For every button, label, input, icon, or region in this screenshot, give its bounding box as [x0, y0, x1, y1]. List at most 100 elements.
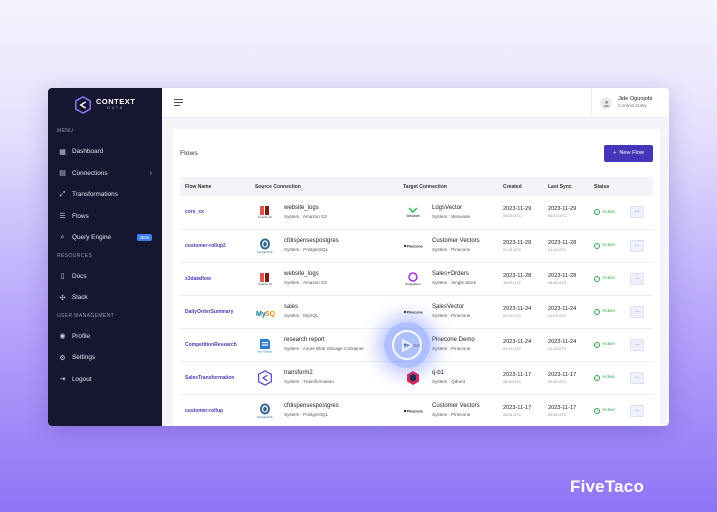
sidebar-item-connections[interactable]: ▤ Connections › — [48, 163, 162, 185]
target-connection-system: System : Pinecone — [432, 412, 471, 417]
svg-text:Blob Storage: Blob Storage — [258, 349, 274, 353]
table-row[interactable]: DailyOrderSummary MySQL sales System : MySQ… — [180, 295, 653, 328]
more-dots-icon: ··· — [634, 275, 640, 282]
source-connection-system: System : PostgreSQL — [284, 247, 329, 252]
created-time: 00:23 UTC — [503, 214, 522, 219]
new-flow-button[interactable]: + New Flow — [604, 144, 653, 162]
row-actions-button[interactable]: ··· — [630, 272, 644, 285]
brand-subtitle: DATA — [107, 106, 125, 110]
more-dots-icon: ··· — [634, 407, 640, 414]
sidebar-item-docs[interactable]: ▯ Docs — [48, 266, 162, 288]
flow-name-link[interactable]: DailyOrderSummary — [185, 309, 233, 315]
last-sync-time: 21:23 UTC — [548, 313, 567, 318]
flows-panel: Flows + New Flow Flow Name Source Connec… — [173, 129, 660, 426]
column-header: Last Sync — [548, 183, 572, 190]
last-sync-date: 2023-11-29 — [548, 206, 577, 213]
row-actions-button[interactable]: ··· — [630, 404, 644, 417]
table-row[interactable]: core_cx Amazon S3 website_logs System : Ama… — [180, 196, 653, 229]
flows-table: Flow Name Source Connection Target Conne… — [180, 177, 653, 426]
svg-text:PostgreSQL: PostgreSQL — [257, 250, 273, 254]
target-connection-name: Sales+Orders — [432, 271, 469, 277]
svg-text:SQL: SQL — [265, 311, 275, 318]
sidebar-item-query-engine[interactable]: ⌕ Query Engine Beta — [48, 227, 162, 249]
sidebar-item-dashboard[interactable]: ▦ Dashboard — [48, 141, 162, 163]
more-dots-icon: ··· — [634, 341, 640, 348]
sidebar-item-label: Transformations — [72, 191, 118, 199]
flow-name-link[interactable]: customer-rollup2 — [185, 243, 226, 249]
sidebar-item-transformations[interactable]: ⤢ Transformations — [48, 184, 162, 206]
more-dots-icon: ··· — [634, 308, 640, 315]
svg-text:SingleStore: SingleStore — [405, 282, 421, 286]
flow-name-link[interactable]: s3dataflow — [185, 276, 211, 282]
flow-name-link[interactable]: CompetitionResearch — [185, 342, 237, 348]
sidebar-item-label: Dashboard — [72, 148, 104, 156]
status-label: Active — [602, 408, 616, 413]
last-sync-date: 2023-11-24 — [548, 338, 577, 345]
row-actions-button[interactable]: ··· — [630, 206, 644, 219]
column-header: Created — [503, 183, 522, 190]
last-sync-time: 00:23 UTC — [548, 214, 567, 219]
flow-name-link[interactable]: customer-rollup — [185, 408, 223, 414]
row-actions-button[interactable]: ··· — [630, 371, 644, 384]
sidebar-item-settings[interactable]: ⚙ Settings — [48, 347, 162, 369]
hamburger-menu-icon[interactable] — [174, 99, 183, 106]
sidebar: CONTEXT DATA MENU ▦ Dashboard ▤ Connecti… — [48, 88, 162, 426]
section-label-resources: RESOURCES — [57, 252, 93, 259]
shuffle-icon: ⤢ — [59, 190, 66, 198]
status-badge: ✓ Active — [594, 209, 625, 216]
row-actions-button[interactable]: ··· — [630, 305, 644, 318]
search-icon: ⌕ — [60, 233, 65, 241]
source-connection-system: System : Amazon S3 — [284, 213, 327, 219]
target-connection-name: SalesVector — [432, 304, 465, 310]
source-connection-name: transform2 — [284, 370, 313, 376]
amazon-s3-icon: Amazon S3 — [255, 270, 275, 288]
last-sync-date: 2023-11-17 — [548, 404, 577, 411]
play-icon — [402, 338, 413, 352]
azure-blob-icon: Blob Storage — [255, 336, 275, 354]
qdrant-icon — [403, 369, 423, 387]
table-row[interactable]: customer-rollup2 PostgreSQL cfdispensespos… — [180, 229, 653, 262]
user-icon: ◉ — [59, 333, 66, 341]
sidebar-item-flows[interactable]: ☰ Flows — [48, 206, 162, 228]
source-connection-system: System : Azure Blob Storage Container — [284, 346, 364, 351]
table-row[interactable]: s3dataflow Amazon S3 website_logs System : … — [180, 262, 653, 295]
column-header: Source Connection — [255, 183, 301, 190]
svg-text:Pinecone: Pinecone — [407, 409, 423, 413]
section-label-menu: MENU — [57, 128, 74, 134]
created-time: 16:53 UTC — [503, 280, 522, 285]
source-connection-system: System : Transformation — [284, 379, 334, 384]
table-header-row: Flow Name Source Connection Target Conne… — [180, 177, 653, 196]
target-connection-system: System : Pinecone — [432, 247, 471, 252]
avatar — [600, 97, 612, 109]
sidebar-item-label: Docs — [72, 272, 87, 280]
brand-logo[interactable]: CONTEXT DATA — [48, 94, 162, 116]
status-label: Active — [602, 375, 616, 380]
sidebar-item-profile[interactable]: ◉ Profile — [48, 326, 162, 348]
created-date: 2023-11-28 — [503, 239, 532, 246]
table-row[interactable]: customer-rollup PostgreSQL cfdispensespost… — [180, 394, 653, 426]
target-connection-system: System : Single Store — [432, 280, 477, 285]
svg-text:Weaviate: Weaviate — [406, 214, 419, 218]
source-connection-name: research report — [284, 337, 325, 343]
user-menu[interactable]: Jide Ogunjobi Context Data — [591, 88, 669, 118]
created-date: 2023-11-29 — [503, 206, 532, 213]
section-label-user-management: USER MANAGEMENT — [57, 312, 115, 319]
row-actions-button[interactable]: ··· — [630, 338, 644, 351]
more-dots-icon: ··· — [634, 374, 640, 381]
sidebar-item-label: Connections — [72, 169, 108, 177]
last-sync-date: 2023-11-28 — [548, 239, 577, 246]
check-circle-icon: ✓ — [594, 341, 600, 348]
created-time: 20:04 UTC — [503, 412, 522, 417]
column-header: Target Connection — [403, 183, 447, 190]
status-badge: ✓ Active — [594, 407, 625, 414]
target-connection-system: System : Pinecone — [432, 313, 471, 318]
sidebar-item-logout[interactable]: ⇥ Logout — [48, 369, 162, 391]
video-play-button[interactable] — [384, 322, 430, 368]
last-sync-time: 21:13 UTC — [548, 346, 567, 351]
flow-name-link[interactable]: SalesTransformation — [185, 375, 234, 381]
flow-name-link[interactable]: core_cx — [185, 209, 204, 215]
postgresql-icon: PostgreSQL — [255, 237, 275, 255]
row-actions-button[interactable]: ··· — [630, 239, 644, 252]
sidebar-item-slack[interactable]: ✣ Slack — [48, 287, 162, 309]
created-time: 21:23 UTC — [503, 313, 522, 318]
